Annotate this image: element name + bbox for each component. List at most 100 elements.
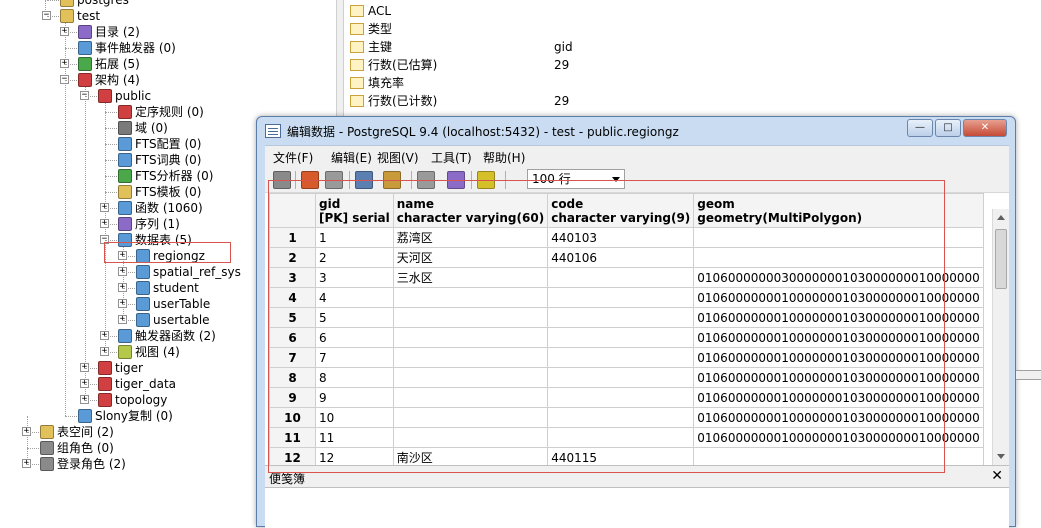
cell-code[interactable] — [547, 407, 695, 428]
tree-node[interactable]: + 目录 (2) — [60, 24, 140, 40]
cell-geom[interactable]: 0106000000010000000103000000010000000 — [693, 327, 984, 348]
cell-name[interactable]: 三水区 — [392, 267, 549, 288]
tree-node[interactable]: FTS分析器 (0) — [105, 168, 213, 184]
filter-icon[interactable] — [447, 171, 465, 189]
cell-code[interactable]: 440103 — [547, 227, 695, 248]
row-number[interactable]: 7 — [269, 347, 316, 368]
window-titlebar[interactable]: 编辑数据 - PostgreSQL 9.4 (localhost:5432) -… — [257, 117, 1015, 145]
undo-icon[interactable] — [325, 171, 343, 189]
cell-name[interactable] — [392, 287, 549, 308]
row-number[interactable]: 11 — [269, 427, 316, 448]
save-icon[interactable] — [273, 171, 291, 189]
menu-tools[interactable]: 工具(T) — [431, 149, 472, 166]
tree-node[interactable]: + spatial_ref_sys — [118, 264, 241, 280]
cell-geom[interactable]: 0106000000010000000103000000010000000 — [693, 287, 984, 308]
maximize-button[interactable]: □ — [935, 119, 961, 137]
cell-code[interactable]: 440115 — [547, 447, 695, 465]
row-number[interactable]: 5 — [269, 307, 316, 328]
cell-geom[interactable]: 0106000000010000000103000000010000000 — [693, 347, 984, 368]
column-header-gid[interactable]: gid [PK] serial — [315, 193, 394, 228]
cell-gid[interactable]: 11 — [315, 427, 394, 448]
cell-geom[interactable]: 0106000000010000000103000000010000000 — [693, 387, 984, 408]
tree-node[interactable]: + tiger — [80, 360, 143, 376]
tree-node[interactable]: + 序列 (1) — [100, 216, 180, 232]
row-number[interactable]: 1 — [269, 227, 316, 248]
cell-code[interactable] — [547, 427, 695, 448]
cell-name[interactable] — [392, 367, 549, 388]
cell-code[interactable] — [547, 367, 695, 388]
tree-node[interactable]: postgres — [47, 0, 129, 8]
tree-node[interactable]: 组角色 (0) — [27, 440, 114, 456]
cell-gid[interactable]: 2 — [315, 247, 394, 268]
cell-gid[interactable]: 3 — [315, 267, 394, 288]
tree-node[interactable]: + usertable — [118, 312, 210, 328]
cell-geom[interactable]: 0106000000010000000103000000010000000 — [693, 307, 984, 328]
table-row[interactable]: 3 3 三水区 01060000000300000001030000000100000… — [269, 267, 984, 288]
cell-geom[interactable] — [693, 247, 984, 268]
cell-gid[interactable]: 1 — [315, 227, 394, 248]
tree-node[interactable]: FTS配置 (0) — [105, 136, 201, 152]
tree-node[interactable]: − public — [80, 88, 151, 104]
cell-gid[interactable]: 6 — [315, 327, 394, 348]
table-row[interactable]: 4 4 0106000000010000000103000000010000000 — [269, 287, 984, 308]
corner-cell[interactable] — [269, 193, 316, 228]
cell-gid[interactable]: 5 — [315, 307, 394, 328]
table-row[interactable]: 9 9 0106000000010000000103000000010000000 — [269, 387, 984, 408]
cell-geom[interactable]: 0106000000030000000103000000010000000 — [693, 267, 984, 288]
property-row[interactable]: 行数(已估算) 29 — [350, 56, 770, 74]
table-row[interactable]: 12 12 南沙区 440115 — [269, 447, 984, 465]
cell-code[interactable] — [547, 267, 695, 288]
row-number[interactable]: 6 — [269, 327, 316, 348]
table-row[interactable]: 11 11 010600000001000000010300000001000000… — [269, 427, 984, 448]
delete-icon[interactable] — [417, 171, 435, 189]
row-number[interactable]: 12 — [269, 447, 316, 465]
table-row[interactable]: 6 6 0106000000010000000103000000010000000 — [269, 327, 984, 348]
scratch-pad-textarea[interactable] — [265, 487, 1009, 528]
cell-name[interactable] — [392, 427, 549, 448]
refresh-icon[interactable] — [301, 171, 319, 189]
cell-name[interactable]: 荔湾区 — [392, 227, 549, 248]
cell-geom[interactable] — [693, 227, 984, 248]
cell-gid[interactable]: 12 — [315, 447, 394, 465]
paste-icon[interactable] — [383, 171, 401, 189]
column-header-name[interactable]: name character varying(60) — [392, 193, 549, 228]
table-row[interactable]: 10 10 010600000001000000010300000001000000… — [269, 407, 984, 428]
cell-name[interactable] — [392, 387, 549, 408]
scroll-up-icon[interactable] — [997, 215, 1005, 220]
row-number[interactable]: 2 — [269, 247, 316, 268]
vertical-scrollbar[interactable] — [992, 209, 1009, 465]
cell-code[interactable] — [547, 327, 695, 348]
row-number[interactable]: 8 — [269, 367, 316, 388]
cell-code[interactable]: 440106 — [547, 247, 695, 268]
tree-node[interactable]: − test — [42, 8, 100, 24]
tree-node[interactable]: + 拓展 (5) — [60, 56, 140, 72]
property-row[interactable]: 类型 — [350, 20, 770, 38]
tree-node[interactable]: + userTable — [118, 296, 210, 312]
tree-node[interactable]: + 函数 (1060) — [100, 200, 203, 216]
menu-file[interactable]: 文件(F) — [273, 149, 313, 166]
table-row[interactable]: 2 2 天河区 440106 — [269, 247, 984, 268]
tree-node[interactable]: − 架构 (4) — [60, 72, 140, 88]
tree-node[interactable]: 域 (0) — [105, 120, 168, 136]
column-header-geom[interactable]: geom geometry(MultiPolygon) — [693, 193, 984, 228]
cell-geom[interactable] — [693, 447, 984, 465]
scrollbar-thumb[interactable] — [995, 229, 1007, 289]
menu-view[interactable]: 视图(V) — [377, 149, 419, 166]
tree-node[interactable]: Slony复制 (0) — [65, 408, 173, 424]
cell-name[interactable] — [392, 347, 549, 368]
cell-gid[interactable]: 7 — [315, 347, 394, 368]
row-number[interactable]: 4 — [269, 287, 316, 308]
cell-code[interactable] — [547, 307, 695, 328]
property-row[interactable]: ACL — [350, 2, 770, 20]
cell-name[interactable]: 天河区 — [392, 247, 549, 268]
property-row[interactable]: 填充率 — [350, 74, 770, 92]
property-row[interactable]: 行数(已计数) 29 — [350, 92, 770, 110]
cell-geom[interactable]: 0106000000010000000103000000010000000 — [693, 367, 984, 388]
property-row[interactable]: 主键 gid — [350, 38, 770, 56]
cell-gid[interactable]: 10 — [315, 407, 394, 428]
table-row[interactable]: 5 5 0106000000010000000103000000010000000 — [269, 307, 984, 328]
help-icon[interactable] — [477, 171, 495, 189]
row-number[interactable]: 10 — [269, 407, 316, 428]
tree-node[interactable]: + 登录角色 (2) — [22, 456, 126, 472]
cell-name[interactable] — [392, 327, 549, 348]
